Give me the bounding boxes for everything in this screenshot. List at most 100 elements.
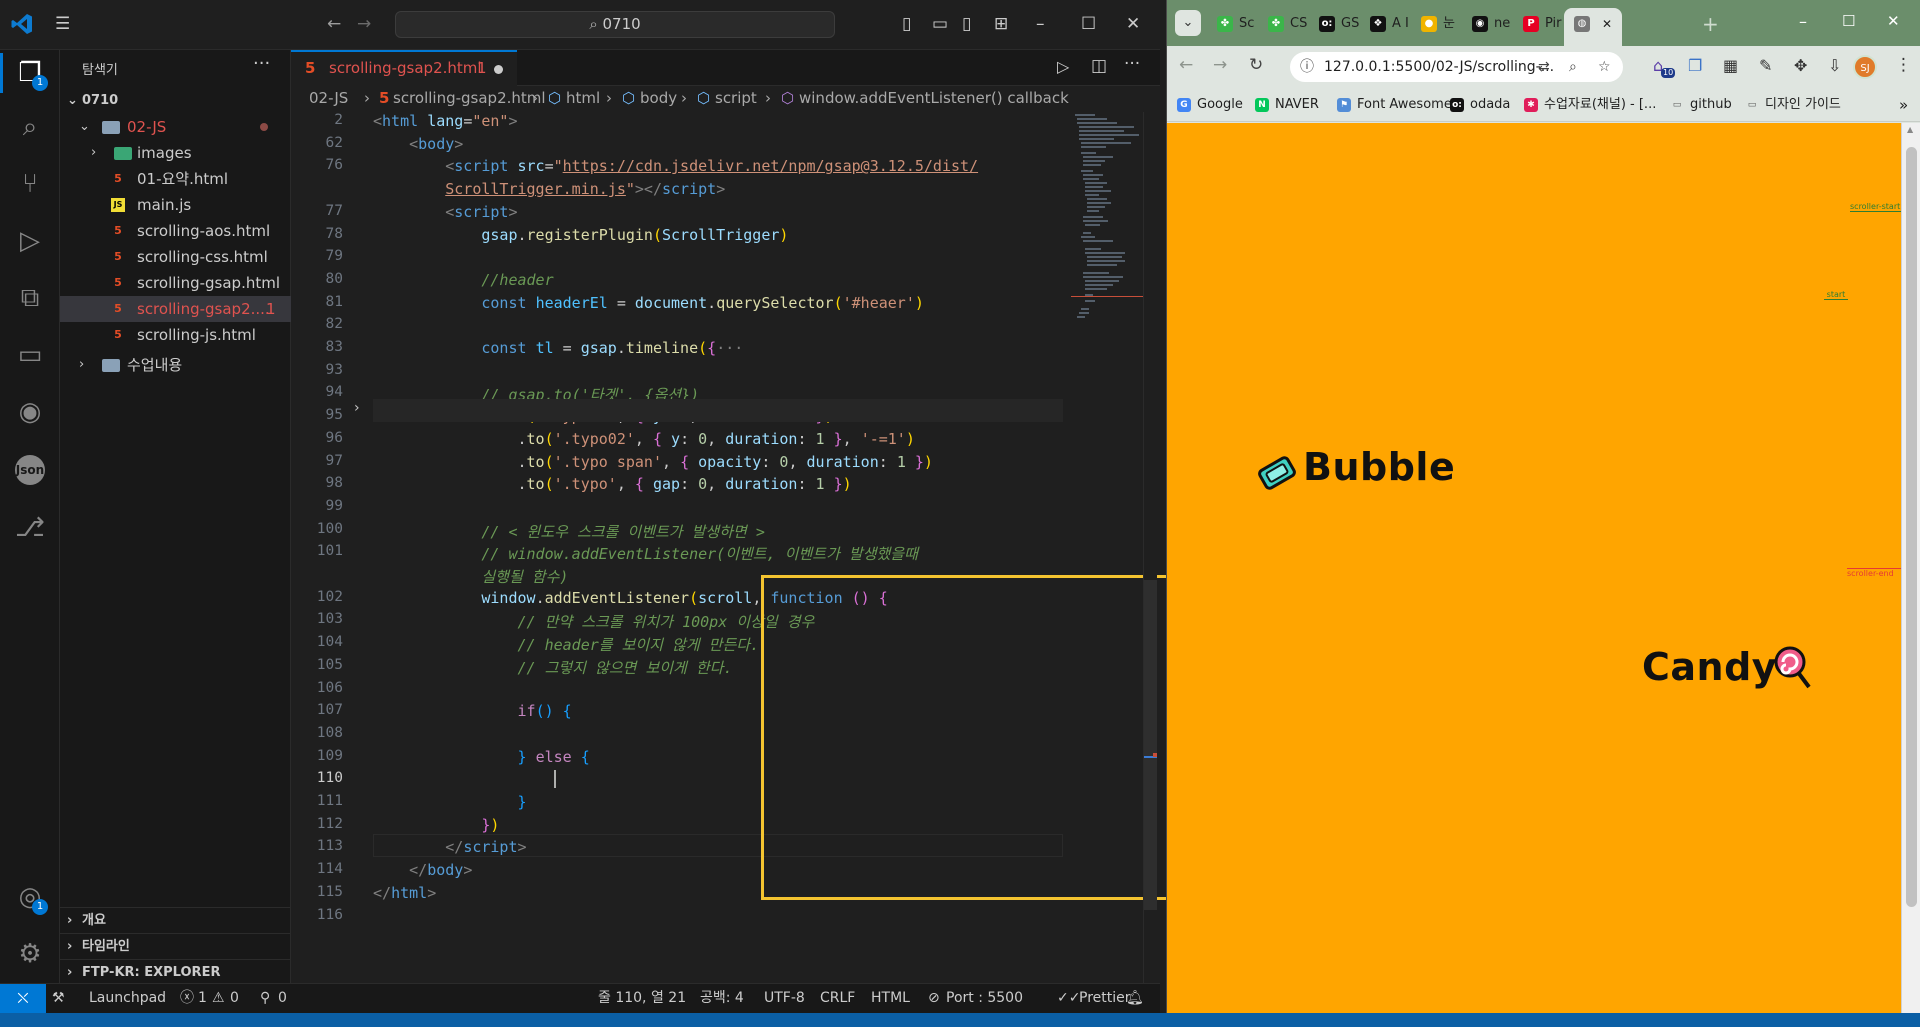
minimize-icon[interactable]: – — [1036, 14, 1045, 34]
code-line[interactable]: <script src="https://cdn.jsdelivr.net/np… — [373, 157, 978, 175]
extension-icon[interactable]: ▦ — [1723, 56, 1738, 75]
bookmark-item[interactable]: G Google — [1177, 90, 1243, 120]
code-line[interactable]: ScrollTrigger.min.js"></script> — [373, 180, 725, 198]
code-line[interactable]: // header를 보이지 않게 만든다. — [373, 634, 760, 655]
scrollbar-thumb[interactable] — [1144, 580, 1157, 910]
notifications-bell-icon[interactable]: 🔔︎ — [1126, 984, 1144, 1012]
split-editor-icon[interactable]: ◫ — [1091, 56, 1107, 76]
file-item[interactable]: 5 scrolling-js.html — [60, 322, 291, 348]
code-line[interactable]: } — [373, 793, 527, 811]
cursor-position[interactable]: 줄 110, 열 21 — [598, 984, 686, 1012]
extension-icon[interactable]: ❐ — [1688, 56, 1702, 75]
code-line[interactable]: .to('.typo', { gap: 0, duration: 1 }) — [373, 475, 851, 493]
accounts-icon[interactable]: ◎ 1 — [10, 877, 50, 917]
language-mode[interactable]: HTML — [871, 984, 910, 1012]
bookmark-item[interactable]: ▭ 디자인 가이드 — [1745, 90, 1841, 120]
breadcrumb-script[interactable]: script — [715, 86, 757, 110]
close-icon[interactable]: ✕ — [1126, 14, 1140, 34]
file-item[interactable]: 5 scrolling-css.html — [60, 244, 291, 270]
browser-tab[interactable]: ❖ A I — [1360, 8, 1411, 40]
code-line[interactable]: gsap.registerPlugin(ScrollTrigger) — [373, 226, 788, 244]
folder-02-js[interactable]: ⌄ 02-JS — [60, 114, 291, 140]
extension-badge-icon[interactable]: ⌂ 10 — [1653, 56, 1676, 78]
zoom-icon[interactable]: ⌕ — [1569, 52, 1577, 82]
breadcrumb-folder[interactable]: 02-JS — [309, 86, 348, 110]
chrome-close-icon[interactable]: ✕ — [1887, 12, 1900, 30]
json-icon[interactable]: Json — [10, 450, 50, 490]
run-debug-icon[interactable]: ▷ — [10, 221, 50, 261]
toggle-sidebar-icon[interactable]: ▯ — [902, 14, 911, 34]
forward-icon[interactable]: → — [1213, 55, 1227, 75]
back-icon[interactable]: ← — [1179, 55, 1193, 75]
scroll-up-arrow-icon[interactable]: ▲ — [1907, 125, 1913, 134]
search-activity-icon[interactable]: ⌕ — [10, 107, 50, 147]
reload-icon[interactable]: ↻ — [1249, 55, 1263, 75]
breadcrumb-html[interactable]: html — [566, 86, 600, 110]
prettier-status[interactable]: Prettier — [1079, 984, 1131, 1012]
breadcrumb-callback[interactable]: window.addEventListener() callback — [799, 86, 1069, 110]
page-scrollbar[interactable]: ▲ — [1901, 123, 1920, 1013]
new-tab-icon[interactable]: + — [1702, 12, 1719, 36]
tab-scrolling-gsap2[interactable]: 5 scrolling-gsap2.html 1 — [291, 50, 517, 86]
chrome-maximize-icon[interactable]: ☐ — [1842, 12, 1855, 30]
git-graph-icon[interactable]: ⎇ — [10, 508, 50, 548]
back-arrow-icon[interactable]: ← — [327, 14, 341, 34]
source-control-icon[interactable]: ⑂ — [10, 164, 50, 204]
chrome-menu-icon[interactable]: ⋮ — [1895, 55, 1912, 75]
fold-chevron-icon[interactable]: › — [354, 400, 360, 416]
editor-scrollbar[interactable] — [1143, 112, 1157, 992]
code-line[interactable]: .to('.typo02', { y: 0, duration: 1 }, '-… — [373, 430, 914, 448]
bookmark-item[interactable]: o: odada — [1450, 90, 1510, 120]
browser-tab[interactable]: ◍ ✕ — [1564, 8, 1622, 46]
file-item[interactable]: 5 scrolling-gsap.html — [60, 270, 291, 296]
translate-icon[interactable]: ⇄ — [1538, 52, 1550, 82]
file-item[interactable]: 5 scrolling-aos.html — [60, 218, 291, 244]
download-icon[interactable]: ⇩ — [1828, 56, 1841, 75]
page-viewport[interactable]: scroller-start start scroller-end Bubble… — [1167, 123, 1901, 1013]
workspace-root[interactable]: ⌄ 0710 — [60, 88, 291, 114]
code-line[interactable]: <script> — [373, 203, 517, 221]
toggle-panel-icon[interactable]: ▭ — [932, 14, 948, 34]
file-item[interactable]: 5 01-요약.html — [60, 166, 291, 192]
bookmark-star-icon[interactable]: ☆ — [1598, 52, 1611, 82]
code-line[interactable]: const tl = gsap.timeline({··· — [373, 339, 743, 357]
toggle-secondary-sidebar-icon[interactable]: ▯ — [962, 14, 971, 34]
section-timeline[interactable]: › 타임라인 — [60, 933, 291, 959]
address-bar[interactable]: ⓘ 127.0.0.1:5500/02-JS/scrolling-... ⇄ ⌕… — [1290, 52, 1623, 82]
code-line[interactable] — [373, 770, 565, 789]
launchpad-status[interactable]: Launchpad — [89, 984, 166, 1012]
warning-count[interactable]: 0 — [230, 984, 239, 1012]
code-line[interactable]: //header — [373, 271, 553, 289]
explorer-icon[interactable]: ❐ 1 — [0, 53, 50, 93]
forward-arrow-icon[interactable]: → — [357, 14, 371, 34]
section-ftp-explorer[interactable]: › FTP-KR: EXPLORER — [60, 959, 291, 985]
more-actions-icon[interactable]: ··· — [253, 53, 270, 74]
browser-tab[interactable]: ◉ ne — [1462, 8, 1513, 40]
file-item[interactable]: JS main.js — [60, 192, 291, 218]
settings-gear-icon[interactable]: ⚙ — [10, 934, 50, 974]
code-line[interactable]: }) — [373, 816, 499, 834]
file-item[interactable]: › images — [60, 140, 291, 166]
bookmark-item[interactable]: ⚑ Font Awesome — [1337, 90, 1452, 120]
page-scrollbar-thumb[interactable] — [1906, 147, 1917, 907]
browser-tab[interactable]: ✤ CS — [1258, 8, 1309, 40]
indentation[interactable]: 공백: 4 — [700, 984, 744, 1012]
bookmark-item[interactable]: N NAVER — [1255, 90, 1319, 120]
line-ending[interactable]: CRLF — [820, 984, 855, 1012]
site-info-icon[interactable]: ⓘ — [1300, 52, 1314, 82]
section-outline[interactable]: › 개요 — [60, 907, 291, 933]
bookmark-item[interactable]: ▭ github — [1670, 90, 1732, 120]
live-server-port[interactable]: Port : 5500 — [946, 984, 1023, 1012]
tab-close-icon[interactable]: ✕ — [1602, 8, 1612, 40]
chrome-minimize-icon[interactable]: – — [1799, 12, 1807, 31]
browser-tab[interactable]: o: GS — [1309, 8, 1360, 40]
code-line[interactable]: <body> — [373, 135, 463, 153]
maximize-icon[interactable]: ☐ — [1081, 14, 1096, 34]
browser-tab[interactable]: P Pir — [1513, 8, 1564, 40]
editor-more-icon[interactable]: ··· — [1124, 54, 1140, 74]
minimap[interactable] — [1071, 112, 1146, 992]
remote-indicator[interactable]: ⛌ — [0, 984, 46, 1014]
unsaved-dot-icon[interactable] — [494, 65, 503, 74]
eyedropper-icon[interactable]: ✎ — [1759, 56, 1772, 75]
extensions-puzzle-icon[interactable]: ✥ — [1794, 56, 1807, 75]
